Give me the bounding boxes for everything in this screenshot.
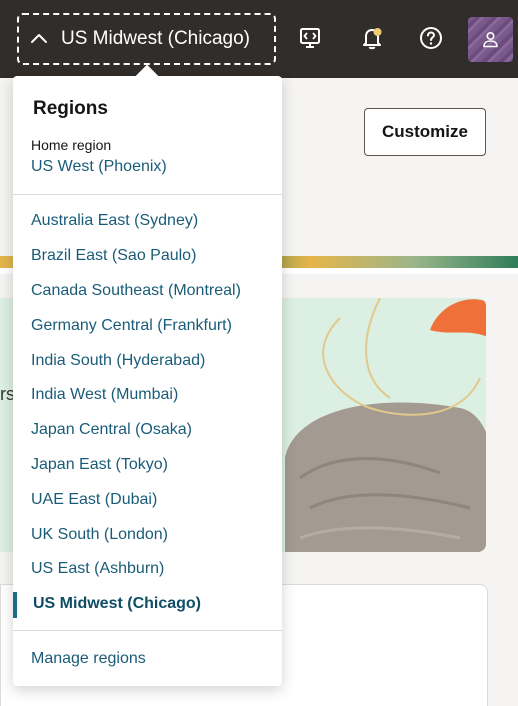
region-item-india-south[interactable]: India South (Hyderabad) <box>13 343 282 378</box>
regions-dropdown: Regions Home region US West (Phoenix) Au… <box>13 64 282 686</box>
dropdown-divider <box>13 194 282 195</box>
region-item-germany-central[interactable]: Germany Central (Frankfurt) <box>13 308 282 343</box>
region-item-us-east[interactable]: US East (Ashburn) <box>13 552 282 587</box>
top-navigation-bar: US Midwest (Chicago) <box>0 0 518 78</box>
region-item-uae-east[interactable]: UAE East (Dubai) <box>13 482 282 517</box>
region-item-us-midwest-selected[interactable]: US Midwest (Chicago) <box>13 587 282 622</box>
bell-icon[interactable] <box>356 22 388 54</box>
help-icon[interactable] <box>415 22 447 54</box>
region-item-canada-southeast[interactable]: Canada Southeast (Montreal) <box>13 274 282 309</box>
region-item-japan-central[interactable]: Japan Central (Osaka) <box>13 413 282 448</box>
profile-avatar[interactable] <box>468 17 513 62</box>
regions-title: Regions <box>33 98 108 119</box>
dropdown-divider <box>13 630 282 631</box>
region-item-uk-south[interactable]: UK South (London) <box>13 517 282 552</box>
region-item-brazil-east[interactable]: Brazil East (Sao Paulo) <box>13 239 282 274</box>
region-list: Australia East (Sydney) Brazil East (Sao… <box>13 204 282 622</box>
current-region-label: US Midwest (Chicago) <box>61 28 250 49</box>
customize-button[interactable]: Customize <box>364 108 486 156</box>
chevron-up-icon <box>29 29 49 49</box>
cloud-shell-icon[interactable] <box>294 22 326 54</box>
region-selector-button[interactable]: US Midwest (Chicago) <box>17 13 276 65</box>
user-icon <box>483 31 498 48</box>
region-item-japan-east[interactable]: Japan East (Tokyo) <box>13 448 282 483</box>
region-item-australia-east[interactable]: Australia East (Sydney) <box>13 204 282 239</box>
region-item-india-west[interactable]: India West (Mumbai) <box>13 378 282 413</box>
home-region-link[interactable]: US West (Phoenix) <box>31 158 167 176</box>
home-region-label: Home region <box>31 137 112 153</box>
manage-regions-link[interactable]: Manage regions <box>31 650 146 668</box>
